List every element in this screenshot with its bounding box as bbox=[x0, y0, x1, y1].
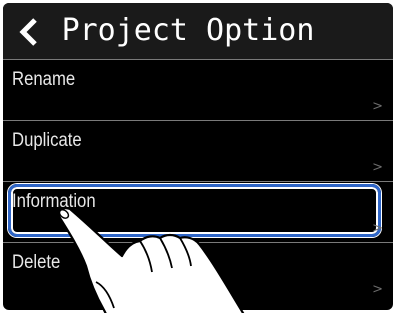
header-bar: Project Option bbox=[3, 3, 393, 59]
menu-item-information[interactable]: Information > bbox=[3, 181, 393, 242]
menu-item-duplicate[interactable]: Duplicate > bbox=[3, 120, 393, 181]
menu-item-label: Rename bbox=[12, 69, 76, 90]
menu-item-label: Duplicate bbox=[12, 130, 82, 151]
chevron-right-icon: > bbox=[372, 282, 383, 297]
menu-item-rename[interactable]: Rename > bbox=[3, 59, 393, 120]
menu-item-label: Delete bbox=[12, 252, 61, 273]
page-title: Project Option bbox=[61, 13, 315, 48]
chevron-right-icon: > bbox=[372, 221, 383, 236]
chevron-right-icon: > bbox=[372, 99, 383, 114]
menu-item-delete[interactable]: Delete > bbox=[3, 242, 393, 303]
back-button[interactable] bbox=[11, 15, 47, 49]
chevron-left-icon bbox=[19, 18, 37, 46]
menu-item-label: Information bbox=[12, 191, 96, 212]
device-screen: Project Option Rename > Duplicate > Info… bbox=[3, 3, 393, 310]
option-menu: Rename > Duplicate > Information > Delet… bbox=[3, 59, 393, 303]
chevron-right-icon: > bbox=[372, 160, 383, 175]
